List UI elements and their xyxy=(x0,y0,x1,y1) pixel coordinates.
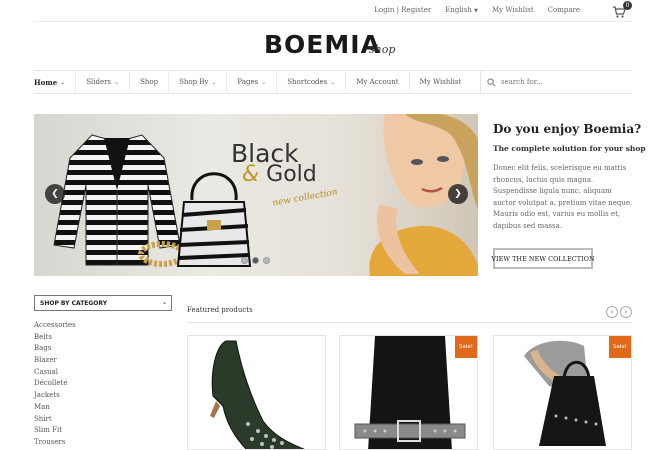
chevron-down-icon: ⌄ xyxy=(60,78,66,86)
chevron-down-icon: ⌄ xyxy=(330,78,336,86)
chevron-left-icon: ❮ xyxy=(51,189,59,199)
nav-label: Shop xyxy=(140,78,159,86)
divider xyxy=(187,322,632,323)
slider-pagination xyxy=(241,257,270,264)
slider-prev-button[interactable]: ❮ xyxy=(45,184,65,204)
cart-count-badge: 0 xyxy=(623,1,632,10)
chevron-down-icon: ▼ xyxy=(474,8,478,14)
category-item[interactable]: Blazer xyxy=(34,355,172,367)
nav-label: Shortcodes xyxy=(287,78,328,86)
main-nav: Home ⌄ Sliders ⌄ Shop Shop By ⌄ Pages ⌄ Shor… xyxy=(34,70,632,94)
top-links: Login | Register English ▼ My Wishlist C… xyxy=(374,6,580,14)
promo-body: Donec elit felis, scelerisque eu mattis … xyxy=(493,164,633,230)
category-item[interactable]: Casual xyxy=(34,367,172,379)
slider-next-button[interactable]: ❯ xyxy=(448,184,468,204)
category-item[interactable]: Accessories xyxy=(34,320,172,332)
nav-item-shop[interactable]: Shop xyxy=(130,70,170,94)
category-item[interactable]: Décolleté xyxy=(34,378,172,390)
featured-title: Featured products xyxy=(187,306,253,314)
login-register-link[interactable]: Login | Register xyxy=(374,6,431,14)
nav-item-shop-by[interactable]: Shop By ⌄ xyxy=(169,70,228,94)
nav-label: Pages xyxy=(237,78,259,86)
search-input[interactable] xyxy=(501,78,621,86)
nav-label: My Account xyxy=(356,78,399,86)
language-selector[interactable]: English ▼ xyxy=(445,6,478,14)
collapse-icon[interactable]: – xyxy=(163,300,166,307)
slider-dot-active[interactable] xyxy=(252,257,259,264)
search-icon[interactable] xyxy=(487,77,496,87)
logo-shop-text: shop xyxy=(369,43,396,56)
category-list: Accessories Belts Bags Blazer Casual Déc… xyxy=(34,320,172,449)
slide-ampersand: & xyxy=(242,162,260,187)
language-label: English xyxy=(445,6,472,14)
chevron-right-icon: ❯ xyxy=(454,189,462,199)
category-item[interactable]: Bags xyxy=(34,343,172,355)
chevron-down-icon: ⌄ xyxy=(114,78,120,86)
view-collection-button[interactable]: VIEW THE NEW COLLECTION xyxy=(491,248,595,269)
category-item[interactable]: Shirt xyxy=(34,414,172,426)
chevron-down-icon: ⌄ xyxy=(261,78,267,86)
promo-title: Do you enjoy Boemia? xyxy=(493,122,642,136)
search-box xyxy=(480,71,632,93)
promo-subtitle: The complete solution for your shop xyxy=(493,144,646,153)
wishlist-link[interactable]: My Wishlist xyxy=(492,6,534,14)
product-card[interactable]: Sale! xyxy=(339,335,478,450)
category-item[interactable]: Trousers xyxy=(34,437,172,449)
compare-link[interactable]: Compare xyxy=(548,6,580,14)
product-card[interactable] xyxy=(187,335,326,450)
nav-item-shortcodes[interactable]: Shortcodes ⌄ xyxy=(277,70,347,94)
sale-badge: Sale! xyxy=(455,336,477,358)
nav-item-my-wishlist[interactable]: My Wishlist xyxy=(410,70,472,94)
studded-heel-image xyxy=(210,340,305,449)
logo-wordmark: BOEMIA xyxy=(264,30,381,59)
featured-next-button[interactable]: › xyxy=(620,306,632,318)
category-item[interactable]: Jackets xyxy=(34,390,172,402)
category-item[interactable]: Belts xyxy=(34,332,172,344)
product-card[interactable]: Sale! xyxy=(493,335,632,450)
top-bar: Login | Register English ▼ My Wishlist C… xyxy=(34,0,632,22)
promo-panel: Do you enjoy Boemia? The complete soluti… xyxy=(491,122,646,269)
cart-button[interactable]: 0 xyxy=(612,1,632,18)
nav-item-pages[interactable]: Pages ⌄ xyxy=(227,70,278,94)
slider-dot[interactable] xyxy=(241,257,248,264)
nav-item-home[interactable]: Home ⌄ xyxy=(34,70,77,94)
featured-prev-button[interactable]: ‹ xyxy=(606,306,618,318)
hero-slider: Black & Gold new collection ❮ ❯ xyxy=(34,114,478,276)
category-item[interactable]: Slim Fit xyxy=(34,425,172,437)
nav-label: Shop By xyxy=(179,78,209,86)
nav-label: My Wishlist xyxy=(419,78,462,86)
nav-item-sliders[interactable]: Sliders ⌄ xyxy=(76,70,131,94)
chevron-down-icon: ⌄ xyxy=(211,78,217,86)
slider-dot[interactable] xyxy=(263,257,270,264)
category-header[interactable]: SHOP BY CATEGORY – xyxy=(34,295,172,311)
category-item[interactable]: Man xyxy=(34,402,172,414)
category-heading: SHOP BY CATEGORY xyxy=(40,299,108,307)
slide-headline-2: & Gold xyxy=(242,162,317,187)
nav-label: Sliders xyxy=(86,78,112,86)
site-logo[interactable]: BOEMIA shop xyxy=(264,30,395,60)
nav-item-my-account[interactable]: My Account xyxy=(346,70,410,94)
nav-label: Home xyxy=(34,77,58,87)
featured-nav: ‹ › xyxy=(606,306,632,318)
sale-badge: Sale! xyxy=(609,336,631,358)
